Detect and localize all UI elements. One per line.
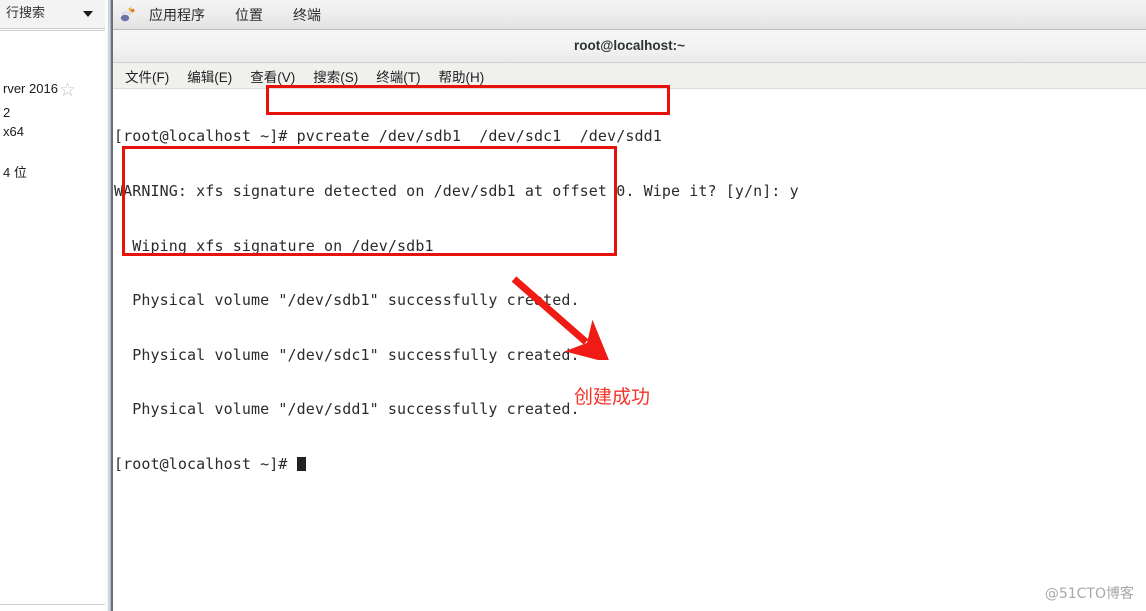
list-item[interactable]: 4 位	[3, 162, 27, 181]
panel-menu-terminal[interactable]: 终端	[288, 3, 326, 27]
terminal-screen[interactable]: [root@localhost ~]# pvcreate /dev/sdb1 /…	[113, 89, 1146, 611]
star-icon[interactable]: ☆	[59, 81, 79, 101]
chevron-down-icon[interactable]	[83, 11, 93, 17]
menu-search[interactable]: 搜索(S)	[307, 64, 364, 88]
terminal-menubar: 文件(F) 编辑(E) 查看(V) 搜索(S) 终端(T) 帮助(H)	[113, 63, 1146, 89]
background-window: 行搜索 rver 2016 2 x64 4 位 ☆	[0, 0, 113, 611]
list-item[interactable]: 2	[3, 105, 10, 120]
terminal-window: root@localhost:~ 文件(F) 编辑(E) 查看(V) 搜索(S)…	[113, 30, 1146, 611]
terminal-prompt-text: [root@localhost ~]#	[114, 454, 297, 473]
gnome-top-panel: 应用程序 位置 终端	[113, 0, 1146, 30]
menu-view[interactable]: 查看(V)	[244, 64, 301, 88]
terminal-line: Physical volume "/dev/sdb1" successfully…	[114, 291, 580, 310]
background-list-panel: rver 2016 2 x64 4 位 ☆	[0, 30, 107, 605]
background-search-bar[interactable]: 行搜索	[0, 0, 107, 29]
gnome-desktop: 应用程序 位置 终端 root@localhost:~ 文件(F) 编辑(E) …	[113, 0, 1146, 611]
terminal-line: Physical volume "/dev/sdd1" successfully…	[114, 400, 580, 419]
terminal-prompt-line: [root@localhost ~]#	[114, 455, 799, 473]
watermark-text: @51CTO博客	[1044, 586, 1134, 602]
gnome-applications-icon[interactable]	[119, 6, 137, 24]
menu-file[interactable]: 文件(F)	[119, 64, 175, 88]
terminal-line: WARNING: xfs signature detected on /dev/…	[114, 182, 799, 200]
panel-menu-places[interactable]: 位置	[230, 3, 268, 27]
list-item[interactable]: x64	[3, 124, 24, 139]
terminal-line: [root@localhost ~]# pvcreate /dev/sdb1 /…	[114, 127, 662, 146]
terminal-titlebar[interactable]: root@localhost:~	[113, 30, 1146, 63]
block-cursor-icon	[296, 456, 306, 471]
terminal-output: [root@localhost ~]# pvcreate /dev/sdb1 /…	[114, 91, 799, 510]
annotation-note-text: 创建成功	[574, 386, 651, 408]
window-title: root@localhost:~	[573, 38, 686, 53]
list-item[interactable]: rver 2016	[3, 81, 58, 96]
menu-help[interactable]: 帮助(H)	[433, 64, 491, 88]
window-edge-divider	[105, 0, 113, 611]
terminal-line: Physical volume "/dev/sdc1" successfully…	[114, 345, 580, 364]
panel-menu-applications[interactable]: 应用程序	[144, 3, 210, 27]
menu-edit[interactable]: 编辑(E)	[181, 64, 238, 88]
menu-terminal[interactable]: 终端(T)	[370, 64, 426, 88]
search-input[interactable]: 行搜索	[6, 2, 66, 24]
terminal-line: Wiping xfs signature on /dev/sdb1	[114, 236, 434, 255]
